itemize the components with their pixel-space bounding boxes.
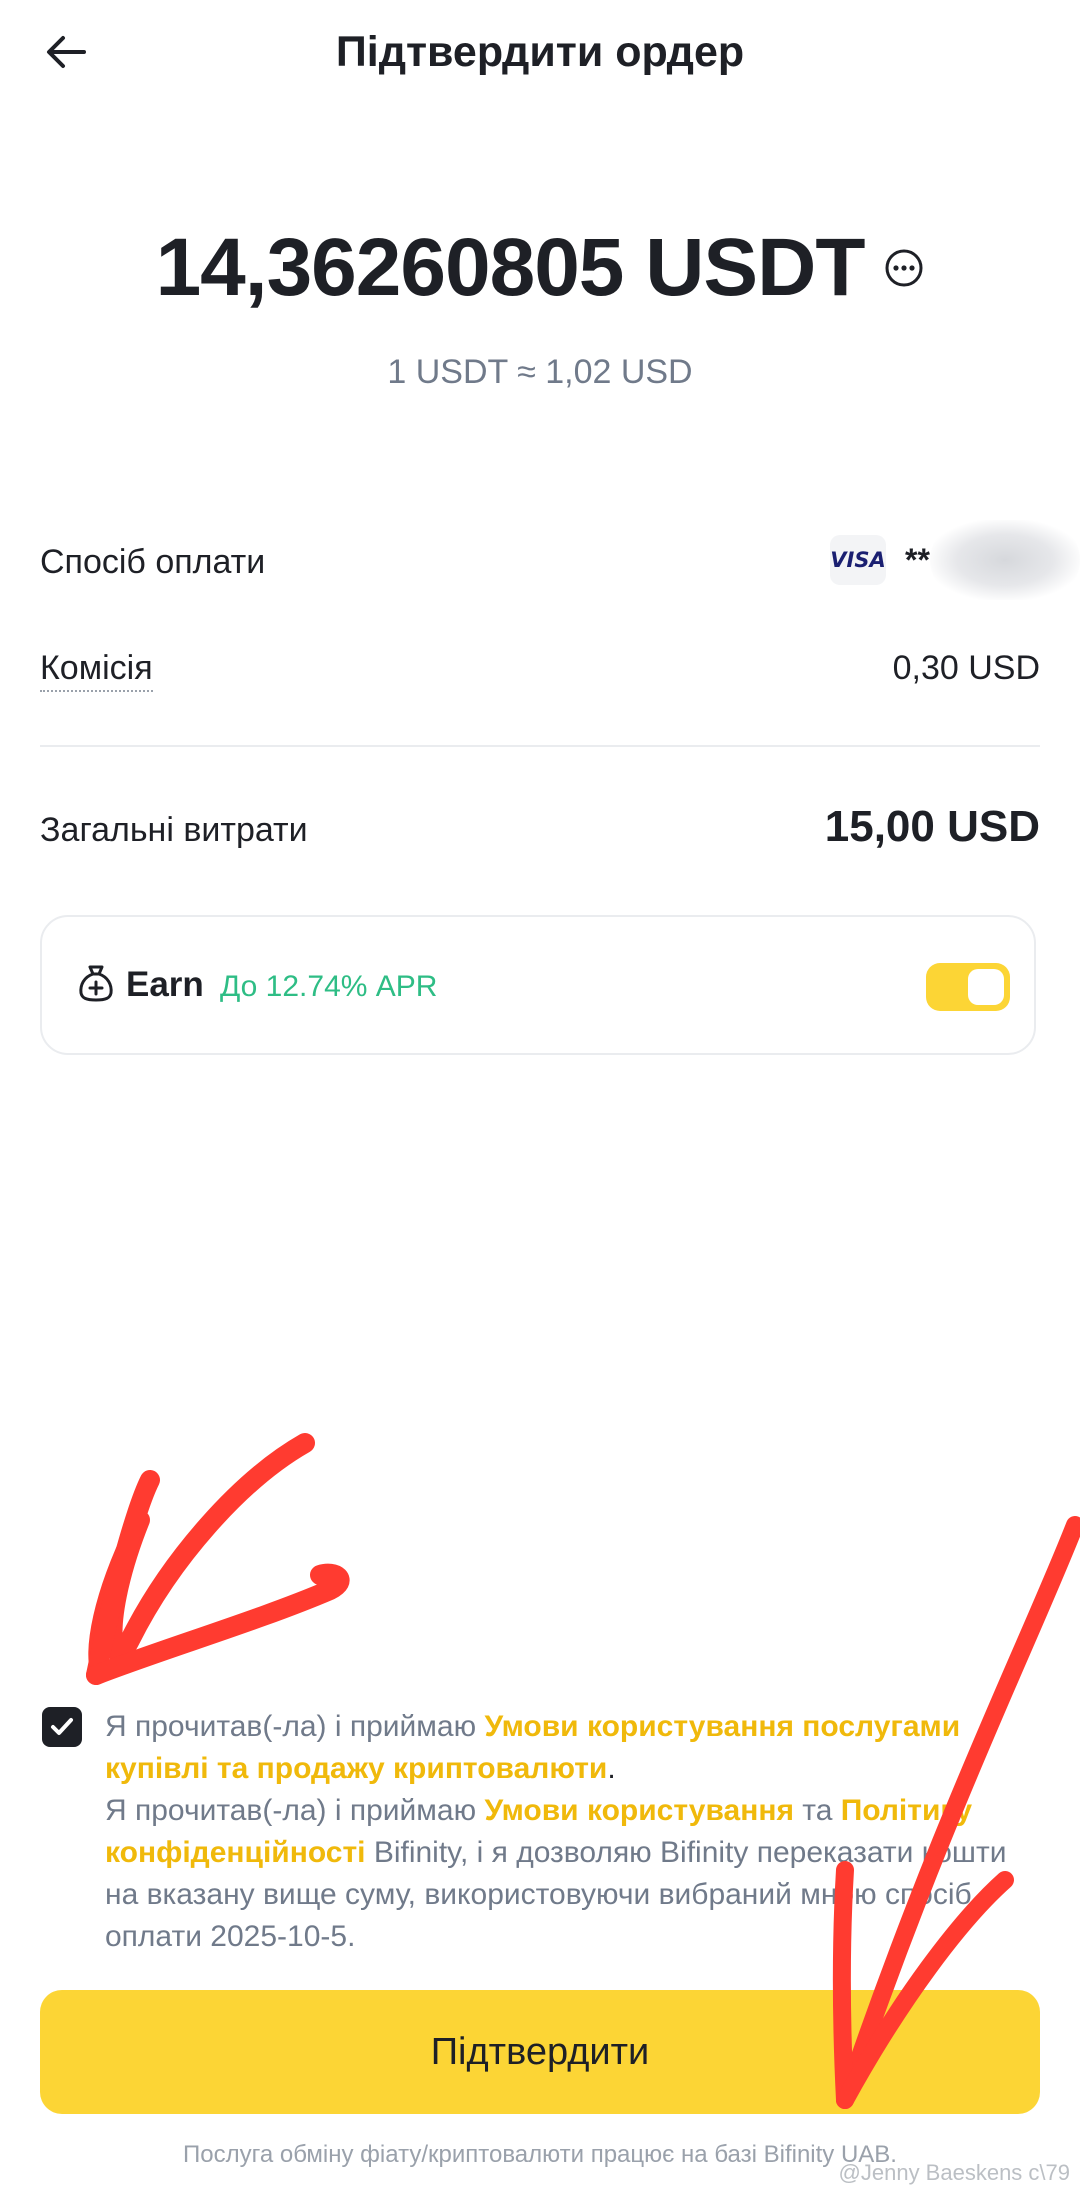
blurred-card-number (930, 520, 1080, 600)
amount-row: 14,36260805 USDT (0, 218, 1080, 318)
divider (40, 745, 1040, 747)
checkmark-icon (51, 1718, 73, 1735)
terms-paragraph-2: Я прочитав(-ла) і приймаю Умови користув… (105, 1790, 1045, 1958)
commission-label[interactable]: Комісія (40, 646, 153, 692)
more-options-icon[interactable] (884, 248, 924, 288)
confirm-button-label: Підтвердити (430, 2030, 650, 2073)
commission-value: 0,30 USD (892, 649, 1040, 687)
earn-title: Earn (126, 965, 204, 1004)
money-bag-icon (79, 965, 113, 1002)
terms-text-segment: Я прочитав(-ла) і приймаю (105, 1794, 485, 1827)
earn-card: Earn До 12.74% APR (40, 915, 1036, 1055)
terms-text-segment: . (607, 1752, 616, 1785)
total-label: Загальні витрати (40, 811, 308, 849)
payment-method-label: Спосіб оплати (40, 543, 266, 581)
earn-apr: До 12.74% APR (220, 970, 438, 1003)
annotation-arrow-left (86, 1433, 350, 1685)
confirm-button[interactable]: Підтвердити (40, 1990, 1040, 2114)
order-amount: 14,36260805 USDT (155, 222, 866, 313)
terms-text: Я прочитав(-ла) і приймаю Умови користув… (105, 1706, 1045, 1958)
page-title: Підтвердити ордер (335, 28, 745, 76)
earn-toggle[interactable] (926, 963, 1010, 1011)
exchange-rate: 1 USDT ≈ 1,02 USD (387, 353, 693, 391)
terms-text-segment: Я прочитав(-ла) і приймаю (105, 1710, 485, 1743)
visa-brand-text: VISA (830, 548, 886, 572)
card-number-mask[interactable]: ** (905, 535, 930, 585)
terms-paragraph-1: Я прочитав(-ла) і приймаю Умови користув… (105, 1706, 1045, 1790)
terms-text-segment: та (793, 1794, 841, 1827)
visa-icon[interactable]: VISA (830, 535, 886, 585)
watermark: @Jenny Baeskens c\79 (838, 2160, 1070, 2185)
total-value: 15,00 USD (824, 802, 1040, 851)
toggle-knob (968, 969, 1004, 1005)
terms-checkbox[interactable] (42, 1707, 82, 1747)
terms-of-use-link[interactable]: Умови користування (484, 1794, 794, 1827)
